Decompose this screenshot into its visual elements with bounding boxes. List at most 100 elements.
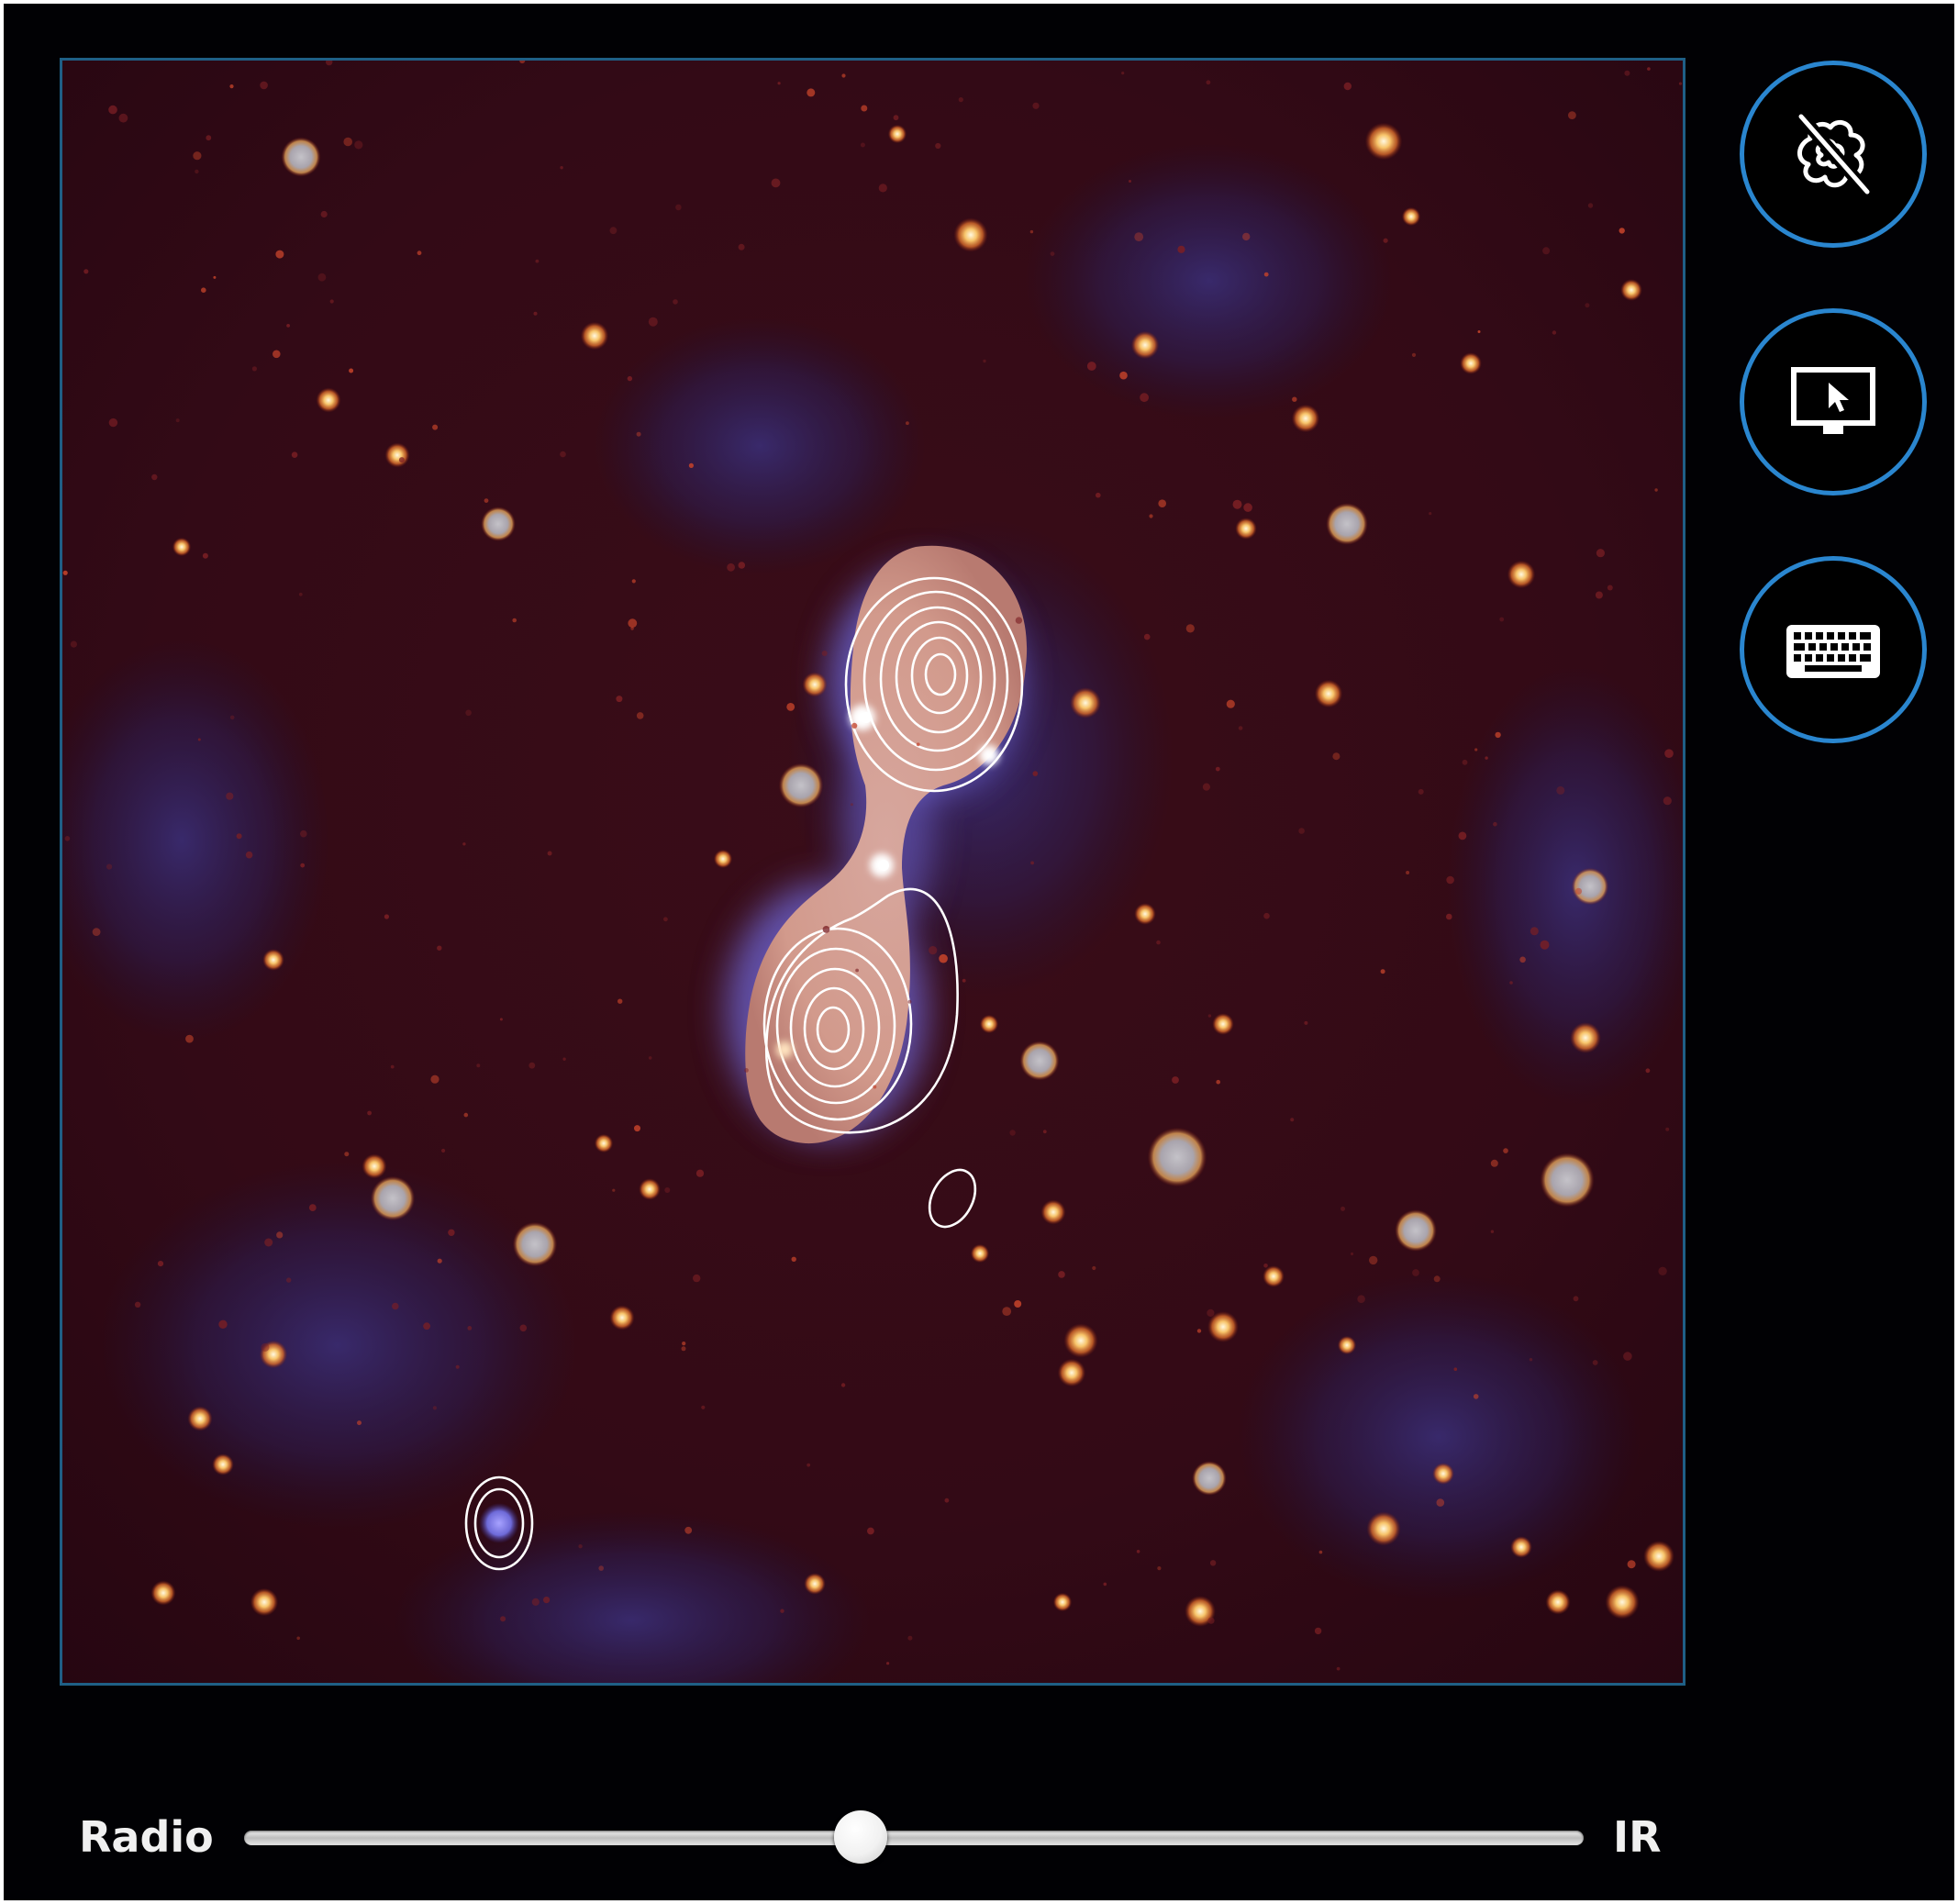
faint-source	[1509, 981, 1513, 985]
keyboard-icon	[1786, 625, 1880, 678]
faint-source	[118, 113, 128, 123]
faint-source	[286, 324, 290, 328]
faint-source	[616, 696, 623, 703]
faint-source	[578, 1544, 583, 1549]
sky-image-panel[interactable]	[60, 58, 1685, 1686]
ir-star	[609, 1305, 635, 1331]
faint-source	[771, 178, 781, 188]
faint-source	[251, 366, 257, 372]
faint-source	[1474, 748, 1478, 752]
faint-source	[1490, 1159, 1498, 1167]
faint-source	[1157, 1566, 1162, 1571]
ir-star	[316, 387, 341, 413]
faint-source	[300, 863, 306, 868]
ir-star	[1605, 1585, 1640, 1620]
faint-source	[343, 137, 353, 147]
faint-source	[1015, 617, 1023, 624]
faint-source	[1429, 512, 1432, 516]
faint-source	[547, 851, 552, 856]
faint-source	[682, 1342, 686, 1346]
faint-source	[786, 703, 795, 711]
faint-source	[465, 709, 472, 717]
blend-slider-track[interactable]	[244, 1810, 1584, 1864]
faint-source	[648, 1056, 652, 1060]
faint-source	[1158, 499, 1166, 507]
faint-source	[1406, 871, 1410, 874]
ir-star	[384, 442, 410, 468]
faint-source	[106, 863, 113, 870]
sky-viewer-app: Radio IR	[4, 4, 1954, 1900]
faint-source	[329, 299, 334, 304]
faint-source	[1298, 828, 1305, 834]
ir-star	[1540, 1152, 1595, 1208]
faint-source	[1540, 940, 1550, 950]
faint-source	[354, 140, 363, 150]
sky-image	[62, 61, 1683, 1683]
faint-source	[437, 1258, 442, 1264]
faint-source	[744, 1068, 749, 1073]
faint-source	[1619, 228, 1625, 234]
faint-source	[157, 1261, 164, 1267]
faint-source	[636, 712, 644, 719]
faint-source	[218, 1319, 228, 1330]
faint-source	[1477, 330, 1481, 333]
keyboard-button[interactable]	[1740, 556, 1927, 743]
faint-source	[151, 473, 158, 481]
monitor-cursor-icon	[1791, 367, 1875, 434]
faint-source	[1493, 821, 1497, 827]
ir-star	[1192, 1461, 1227, 1496]
faint-source	[535, 259, 540, 263]
faint-source	[627, 375, 633, 382]
faint-source	[432, 424, 439, 430]
ir-star	[250, 1587, 279, 1617]
faint-source	[1134, 232, 1144, 241]
faint-source	[213, 275, 217, 279]
ir-star	[481, 507, 516, 541]
faint-source	[1585, 303, 1590, 308]
ir-star	[1052, 1592, 1073, 1612]
faint-source	[1462, 759, 1468, 765]
faint-source	[134, 1301, 141, 1308]
faint-source	[1341, 1206, 1345, 1211]
faint-source	[1243, 503, 1252, 512]
faint-source	[291, 451, 298, 459]
faint-source	[476, 1063, 481, 1068]
ir-star	[1571, 867, 1609, 906]
faint-source	[560, 451, 566, 458]
faint-source	[673, 299, 678, 305]
hide-contours-button[interactable]	[1740, 61, 1927, 248]
faint-source	[286, 1277, 292, 1283]
faint-source	[1663, 796, 1672, 806]
blue-point-source	[479, 1503, 519, 1543]
ir-star	[1147, 1127, 1207, 1187]
faint-source	[1318, 1550, 1323, 1554]
ir-star	[1134, 903, 1156, 925]
faint-source	[390, 1064, 395, 1069]
faint-source	[264, 1238, 273, 1247]
blend-slider-thumb[interactable]	[833, 1810, 887, 1864]
faint-source	[1587, 203, 1594, 208]
faint-source	[83, 269, 89, 274]
ir-star	[1130, 330, 1160, 360]
faint-source	[1552, 330, 1557, 335]
ir-star	[1326, 503, 1368, 545]
faint-source	[1446, 913, 1452, 920]
ir-star	[1507, 560, 1536, 589]
faint-source	[807, 1463, 811, 1467]
faint-source	[1143, 633, 1151, 640]
faint-source	[1645, 1068, 1651, 1074]
faint-source	[384, 914, 389, 919]
faint-source	[1140, 393, 1149, 403]
faint-source	[1530, 927, 1539, 936]
select-source-button[interactable]	[1740, 308, 1927, 495]
faint-source	[1542, 247, 1551, 255]
faint-source	[298, 592, 303, 596]
faint-source	[260, 81, 268, 90]
faint-source	[1129, 180, 1131, 183]
faint-source	[1029, 229, 1034, 234]
faint-source	[688, 462, 695, 468]
faint-source	[467, 1326, 473, 1331]
faint-source	[1595, 591, 1603, 599]
faint-source	[185, 1034, 194, 1043]
faint-source	[780, 1609, 784, 1613]
